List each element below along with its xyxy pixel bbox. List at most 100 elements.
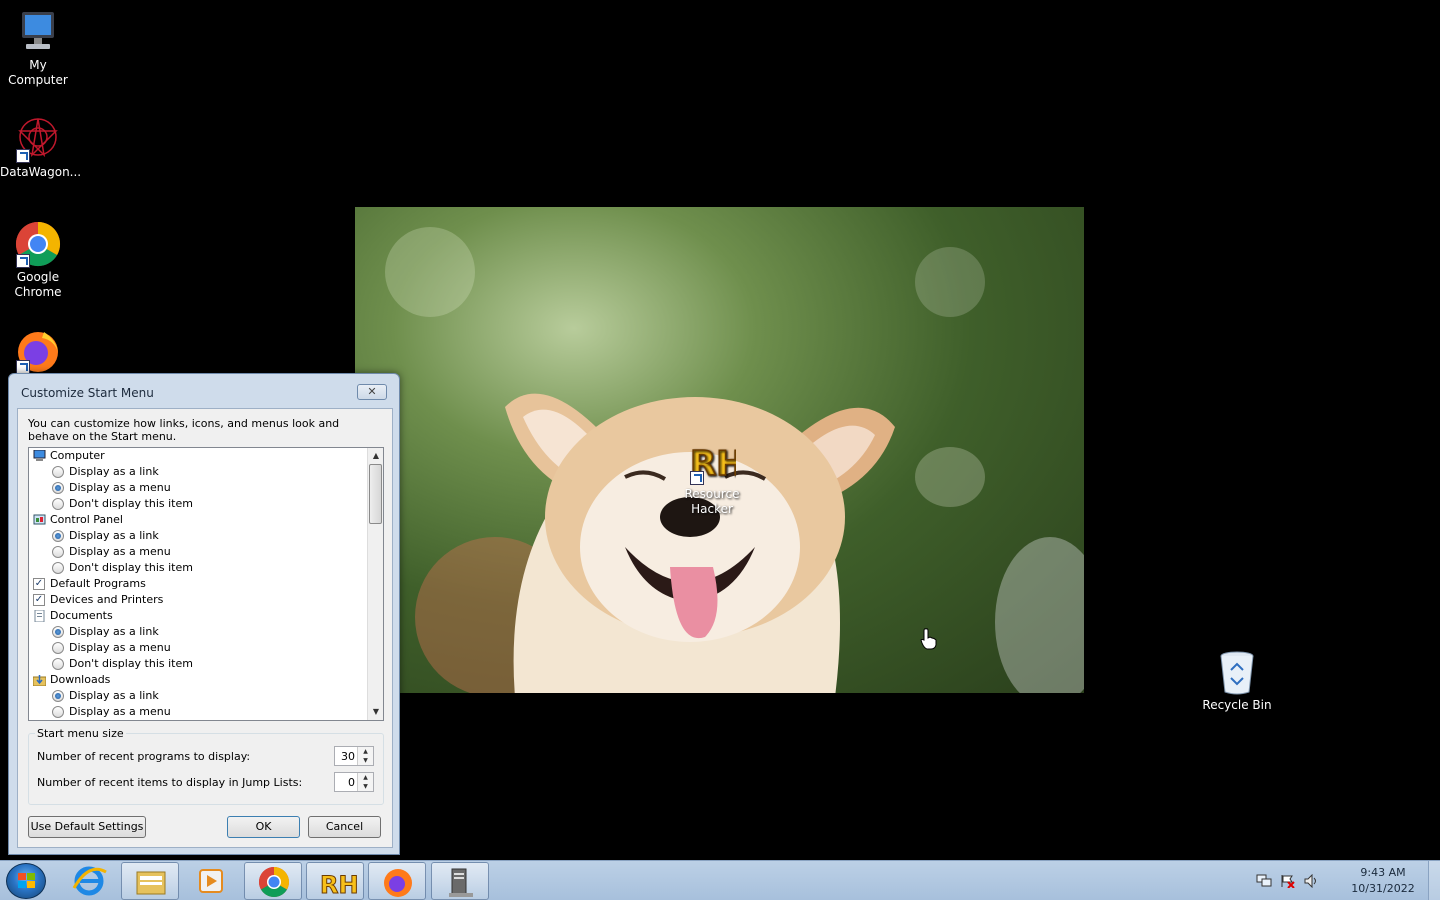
radio-button-selected[interactable] — [52, 626, 64, 638]
radio-option[interactable]: Display as a link — [29, 624, 383, 640]
svg-text:RH: RH — [320, 871, 359, 899]
resource-hacker-icon: RH — [320, 871, 360, 900]
desktop-icon-datawagon[interactable]: DataWagon... — [0, 115, 82, 180]
scroll-thumb[interactable] — [369, 464, 382, 524]
list-group-header[interactable]: Downloads — [29, 672, 383, 688]
taskbar-chrome[interactable] — [244, 862, 302, 900]
cancel-button[interactable]: Cancel — [308, 816, 381, 838]
radio-button-selected[interactable] — [52, 530, 64, 542]
list-item-label: Display as a menu — [69, 641, 171, 654]
radio-button[interactable] — [52, 706, 64, 718]
spinner-buttons: ▲ ▼ — [357, 747, 373, 765]
clock-date: 10/31/2022 — [1351, 882, 1415, 895]
scroll-down-arrow-icon[interactable]: ▼ — [368, 704, 383, 720]
hand-cursor-icon — [920, 628, 937, 650]
clock-time: 9:43 AM — [1360, 866, 1406, 879]
recent-programs-spinner[interactable]: 30 ▲ ▼ — [334, 746, 374, 766]
recent-programs-value[interactable]: 30 — [337, 750, 355, 763]
close-button[interactable]: ✕ — [357, 384, 387, 400]
network-icon[interactable] — [1256, 874, 1272, 888]
taskbar-server-manager[interactable] — [431, 862, 489, 900]
taskbar-firefox[interactable] — [368, 862, 426, 900]
spin-up-icon[interactable]: ▲ — [358, 747, 373, 756]
radio-option[interactable]: Display as a menu — [29, 640, 383, 656]
recent-programs-label: Number of recent programs to display: — [37, 750, 251, 763]
checkbox-option[interactable]: ✓ Devices and Printers — [29, 592, 383, 608]
downloads-icon — [32, 674, 47, 687]
taskbar-file-explorer[interactable] — [121, 862, 179, 900]
radio-button[interactable] — [52, 642, 64, 654]
radio-option[interactable]: Display as a menu — [29, 704, 383, 720]
radio-option[interactable]: Display as a link — [29, 464, 383, 480]
dialog-titlebar[interactable]: Customize Start Menu ✕ — [9, 374, 399, 408]
jump-list-value[interactable]: 0 — [337, 776, 355, 789]
checkbox-checked[interactable]: ✓ — [33, 578, 45, 590]
radio-option[interactable]: Don't display this item — [29, 496, 383, 512]
radio-option[interactable]: Display as a menu — [29, 480, 383, 496]
list-scrollbar[interactable]: ▲ ▼ — [367, 448, 383, 720]
list-item-label: Don't display this item — [69, 497, 193, 510]
list-group-header[interactable]: Control Panel — [29, 512, 383, 528]
radio-button[interactable] — [52, 498, 64, 510]
radio-button[interactable] — [52, 466, 64, 478]
desktop-icon-google-chrome[interactable]: Google Chrome — [0, 220, 76, 300]
volume-icon[interactable] — [1304, 873, 1320, 889]
list-group-header[interactable]: Computer — [29, 448, 383, 464]
control-panel-icon — [33, 514, 46, 526]
list-item-label: Computer — [50, 449, 105, 462]
chrome-icon — [258, 867, 290, 898]
use-default-settings-button[interactable]: Use Default Settings — [28, 816, 146, 838]
ok-button[interactable]: OK — [227, 816, 300, 838]
desktop-icon-label: DataWagon... — [0, 165, 82, 179]
desktop-icon-recycle-bin[interactable]: Recycle Bin — [1199, 648, 1275, 713]
server-manager-icon — [449, 868, 473, 897]
jump-list-spinner[interactable]: 0 ▲ ▼ — [334, 772, 374, 792]
radio-button[interactable] — [52, 562, 64, 574]
start-menu-items-list[interactable]: Computer Display as a link Display as a me… — [28, 447, 384, 721]
taskbar-internet-explorer[interactable] — [60, 862, 118, 900]
list-item-label: Display as a menu — [69, 481, 171, 494]
shortcut-arrow-icon — [690, 471, 704, 485]
desktop-icon-resource-hacker[interactable]: RH Resource Hacker — [674, 437, 750, 517]
datawagon-icon — [14, 115, 62, 163]
radio-option[interactable]: Display as a link — [29, 528, 383, 544]
taskbar-media-player[interactable] — [182, 862, 240, 900]
list-item-label: Default Programs — [50, 577, 146, 590]
list-group-header[interactable]: Documents — [29, 608, 383, 624]
checkbox-checked[interactable]: ✓ — [33, 594, 45, 606]
action-center-flag-icon[interactable] — [1280, 874, 1296, 889]
radio-button-selected[interactable] — [52, 690, 64, 702]
windows-logo-icon — [18, 873, 35, 888]
dialog-body: You can customize how links, icons, and … — [17, 408, 393, 848]
radio-option[interactable]: Don't display this item — [29, 560, 383, 576]
desktop-icon-firefox[interactable] — [0, 326, 76, 376]
spin-down-icon[interactable]: ▼ — [358, 756, 373, 765]
intro-text: You can customize how links, icons, and … — [28, 417, 340, 443]
list-item-label: Display as a link — [69, 529, 159, 542]
file-explorer-icon — [136, 871, 166, 895]
radio-option[interactable]: Display as a menu — [29, 544, 383, 560]
resource-hacker-icon: RH — [688, 437, 745, 485]
start-button[interactable] — [6, 863, 46, 899]
radio-button[interactable] — [52, 658, 64, 670]
radio-option[interactable]: Don't display this item — [29, 656, 383, 672]
computer-icon — [14, 8, 62, 56]
spin-up-icon[interactable]: ▲ — [358, 773, 373, 782]
group-label: Start menu size — [35, 727, 126, 740]
taskbar-resource-hacker[interactable]: RH — [306, 862, 364, 900]
scroll-up-arrow-icon[interactable]: ▲ — [368, 448, 383, 464]
desktop-icon-label: Google Chrome — [14, 270, 62, 299]
radio-button[interactable] — [52, 546, 64, 558]
radio-option[interactable]: Display as a link — [29, 688, 383, 704]
documents-icon — [33, 609, 46, 623]
chrome-icon — [14, 220, 62, 268]
list-item-label: Control Panel — [50, 513, 123, 526]
start-menu-size-group: Start menu size Number of recent program… — [28, 727, 384, 805]
checkbox-option[interactable]: ✓ Default Programs — [29, 576, 383, 592]
desktop-icon-my-computer[interactable]: My Computer — [0, 8, 76, 88]
radio-button-selected[interactable] — [52, 482, 64, 494]
show-desktop-button[interactable] — [1428, 861, 1440, 900]
spin-down-icon[interactable]: ▼ — [358, 782, 373, 791]
taskbar-clock[interactable]: 9:43 AM 10/31/2022 — [1348, 865, 1418, 897]
list-rows: Computer Display as a link Display as a me… — [29, 448, 383, 720]
